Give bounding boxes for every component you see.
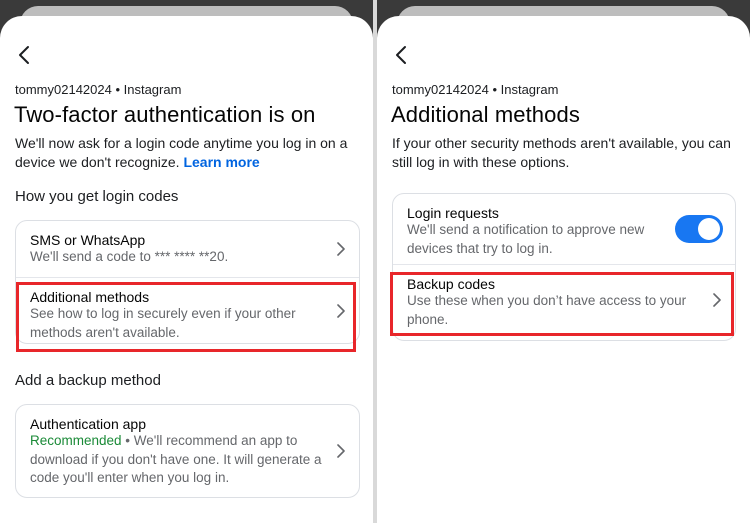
left-screen: tommy02142024 • Instagram Two-factor aut… bbox=[0, 0, 373, 523]
back-button[interactable] bbox=[14, 44, 36, 66]
authentication-app-row[interactable]: Authentication app Recommended • We'll r… bbox=[16, 405, 359, 497]
login-requests-title: Login requests bbox=[407, 205, 499, 221]
chevron-left-icon bbox=[19, 46, 29, 64]
toggle-knob bbox=[698, 218, 720, 240]
highlight-box bbox=[16, 282, 356, 352]
chevron-right-icon bbox=[337, 242, 345, 256]
section-login-codes: How you get login codes bbox=[15, 188, 179, 205]
sms-subtitle: We'll send a code to *** **** **20. bbox=[30, 249, 229, 264]
description-text: We'll now ask for a login code anytime y… bbox=[15, 135, 348, 170]
account-label: tommy02142024 • Instagram bbox=[392, 82, 559, 97]
sms-whatsapp-row[interactable]: SMS or WhatsApp We'll send a code to ***… bbox=[16, 221, 359, 277]
login-requests-toggle[interactable] bbox=[675, 215, 723, 243]
chevron-left-icon bbox=[396, 46, 406, 64]
page-description: If your other security methods aren't av… bbox=[392, 135, 731, 170]
additional-methods-sheet: tommy02142024 • Instagram Additional met… bbox=[377, 16, 750, 523]
right-screen: tommy02142024 • Instagram Additional met… bbox=[377, 0, 750, 523]
auth-app-subtitle: Recommended • We'll recommend an app to … bbox=[30, 432, 323, 488]
back-button[interactable] bbox=[391, 44, 413, 66]
backup-method-card: Authentication app Recommended • We'll r… bbox=[15, 404, 360, 498]
two-factor-sheet: tommy02142024 • Instagram Two-factor aut… bbox=[0, 16, 373, 523]
page-title: Additional methods bbox=[391, 102, 580, 127]
sms-title: SMS or WhatsApp bbox=[30, 232, 146, 248]
highlight-box bbox=[390, 272, 734, 336]
auth-app-title: Authentication app bbox=[30, 416, 146, 432]
section-backup-method: Add a backup method bbox=[15, 372, 161, 389]
recommended-label: Recommended bbox=[30, 433, 122, 448]
learn-more-link[interactable]: Learn more bbox=[183, 154, 259, 170]
page-title: Two-factor authentication is on bbox=[14, 102, 316, 127]
login-requests-row: Login requests We'll send a notification… bbox=[393, 194, 735, 264]
account-label: tommy02142024 • Instagram bbox=[15, 82, 182, 97]
login-requests-subtitle: We'll send a notification to approve new… bbox=[407, 222, 645, 256]
chevron-right-icon bbox=[337, 444, 345, 458]
page-description: We'll now ask for a login code anytime y… bbox=[15, 134, 360, 172]
